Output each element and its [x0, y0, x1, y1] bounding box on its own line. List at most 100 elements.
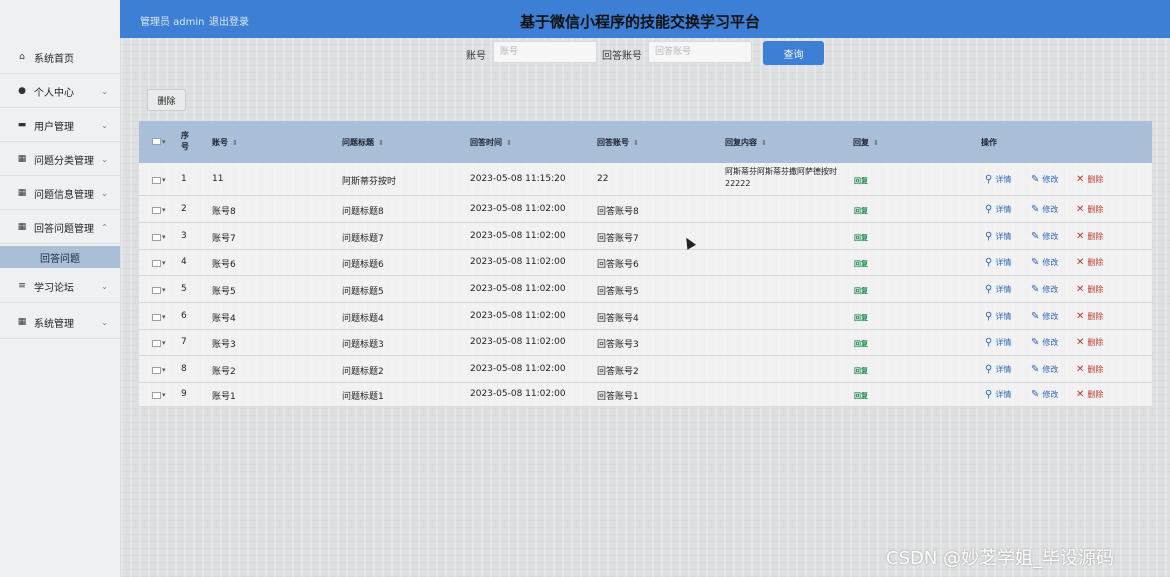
- edit-button[interactable]: ✎ 修改: [1031, 174, 1058, 185]
- header-reply[interactable]: 回复 ⇕: [853, 137, 879, 148]
- header-answer-account[interactable]: 回答账号 ⇕: [597, 137, 639, 148]
- row-checkbox-caret: ▾: [162, 233, 166, 241]
- delete-button[interactable]: ✕ 删除: [1076, 174, 1103, 185]
- row-checkbox[interactable]: [152, 234, 161, 241]
- search-icon: ⚲: [985, 311, 993, 322]
- sidebar-item-label: 系统首页: [34, 53, 74, 65]
- status-badge: 回复: [854, 177, 868, 185]
- close-icon: ✕: [1076, 337, 1085, 348]
- detail-button[interactable]: ⚲ 详情: [985, 337, 1011, 348]
- query-button[interactable]: 查询: [763, 41, 824, 65]
- sidebar-item-home[interactable]: ⌂ 系统首页: [0, 41, 120, 74]
- detail-button[interactable]: ⚲ 详情: [985, 257, 1011, 268]
- cell-answer-account: 回答账号1: [597, 392, 639, 402]
- chevron-up-icon: ⌃: [101, 222, 108, 232]
- row-checkbox-caret: ▾: [162, 339, 166, 347]
- cell-index: 9: [181, 389, 187, 399]
- grid-icon: ▦: [17, 317, 27, 327]
- pencil-icon: ✎: [1031, 284, 1040, 295]
- delete-button[interactable]: ✕ 删除: [1076, 231, 1103, 242]
- table-row: ▾ 8 账号2 问题标题2 2023-05-08 11:02:00 回答账号2 回复 ⚲ 详情 ✎…: [139, 356, 1152, 383]
- edit-button[interactable]: ✎ 修改: [1031, 337, 1058, 348]
- cell-index: 8: [181, 364, 187, 374]
- edit-button[interactable]: ✎ 修改: [1031, 364, 1058, 375]
- row-checkbox[interactable]: [152, 367, 161, 374]
- detail-button[interactable]: ⚲ 详情: [985, 174, 1011, 185]
- edit-button[interactable]: ✎ 修改: [1031, 204, 1058, 215]
- batch-delete-button[interactable]: 删除: [147, 89, 186, 111]
- edit-button[interactable]: ✎ 修改: [1031, 389, 1058, 400]
- sidebar-item-question-category[interactable]: ▦ 问题分类管理 ⌄: [0, 143, 120, 176]
- header-index: 序号: [181, 131, 189, 151]
- detail-button[interactable]: ⚲ 详情: [985, 204, 1011, 215]
- delete-button[interactable]: ✕ 删除: [1076, 364, 1103, 375]
- close-icon: ✕: [1076, 257, 1085, 268]
- cell-answer-time: 2023-05-08 11:02:00: [470, 389, 566, 399]
- cell-index: 4: [181, 257, 187, 267]
- detail-button[interactable]: ⚲ 详情: [985, 231, 1011, 242]
- header-account[interactable]: 账号 ⇕: [212, 137, 238, 148]
- sidebar-item-system-management[interactable]: ▦ 系统管理 ⌄: [0, 306, 120, 339]
- close-icon: ✕: [1076, 174, 1085, 185]
- cell-answer-account: 回答账号6: [597, 260, 639, 270]
- pencil-icon: ✎: [1031, 231, 1040, 242]
- table-row: ▾ 4 账号6 问题标题6 2023-05-08 11:02:00 回答账号6 回复 ⚲ 详情 ✎…: [139, 250, 1152, 276]
- select-all-checkbox[interactable]: [152, 138, 161, 145]
- close-icon: ✕: [1076, 311, 1085, 322]
- row-checkbox[interactable]: [152, 260, 161, 267]
- delete-button[interactable]: ✕ 删除: [1076, 311, 1103, 322]
- logout-link[interactable]: 退出登录: [209, 13, 249, 28]
- header-question-title[interactable]: 问题标题 ⇕: [342, 137, 384, 148]
- row-checkbox[interactable]: [152, 207, 161, 214]
- account-search-input[interactable]: [493, 41, 597, 63]
- sort-icon: ⇕: [506, 139, 512, 147]
- row-checkbox-caret: ▾: [162, 286, 166, 294]
- sidebar-item-personal-center[interactable]: ● 个人中心 ⌄: [0, 75, 120, 108]
- delete-button[interactable]: ✕ 删除: [1076, 389, 1103, 400]
- status-badge: 回复: [854, 260, 868, 268]
- pencil-icon: ✎: [1031, 311, 1040, 322]
- close-icon: ✕: [1076, 284, 1085, 295]
- close-icon: ✕: [1076, 204, 1085, 215]
- row-checkbox-caret: ▾: [162, 313, 166, 321]
- detail-button[interactable]: ⚲ 详情: [985, 364, 1011, 375]
- row-checkbox[interactable]: [152, 177, 161, 184]
- edit-button[interactable]: ✎ 修改: [1031, 311, 1058, 322]
- row-checkbox[interactable]: [152, 392, 161, 399]
- grid-icon: ▦: [17, 222, 27, 232]
- user-icon: ●: [18, 86, 26, 96]
- cell-account: 账号2: [212, 367, 236, 377]
- sidebar-item-user-management[interactable]: ▬ 用户管理 ⌄: [0, 109, 120, 142]
- sidebar-item-answer-management[interactable]: ▦ 回答问题管理 ⌃: [0, 211, 120, 244]
- row-checkbox-caret: ▾: [162, 391, 166, 399]
- row-checkbox[interactable]: [152, 340, 161, 347]
- sidebar-item-learning-forum[interactable]: ≡ 学习论坛 ⌄: [0, 270, 120, 303]
- detail-button[interactable]: ⚲ 详情: [985, 389, 1011, 400]
- cell-answer-time: 2023-05-08 11:02:00: [470, 311, 566, 321]
- search-icon: ⚲: [985, 231, 993, 242]
- detail-button[interactable]: ⚲ 详情: [985, 311, 1011, 322]
- close-icon: ✕: [1076, 364, 1085, 375]
- table-row: ▾ 1 11 阿斯蒂芬按时 2023-05-08 11:15:20 22 阿斯蒂芬阿斯蒂芬撒…: [139, 163, 1152, 196]
- row-checkbox[interactable]: [152, 314, 161, 321]
- cell-index: 6: [181, 311, 187, 321]
- header-reply-content[interactable]: 回复内容 ⇕: [725, 137, 767, 148]
- edit-button[interactable]: ✎ 修改: [1031, 231, 1058, 242]
- sidebar-subitem-answer-question[interactable]: 回答问题: [0, 246, 120, 268]
- detail-button[interactable]: ⚲ 详情: [985, 284, 1011, 295]
- answer-account-search-input[interactable]: [648, 41, 752, 63]
- delete-button[interactable]: ✕ 删除: [1076, 204, 1103, 215]
- delete-button[interactable]: ✕ 删除: [1076, 337, 1103, 348]
- row-checkbox[interactable]: [152, 287, 161, 294]
- row-checkbox-caret: ▾: [162, 176, 166, 184]
- delete-button[interactable]: ✕ 删除: [1076, 257, 1103, 268]
- edit-button[interactable]: ✎ 修改: [1031, 257, 1058, 268]
- sidebar-item-label: 学习论坛: [34, 282, 74, 294]
- edit-button[interactable]: ✎ 修改: [1031, 284, 1058, 295]
- table-row: ▾ 2 账号8 问题标题8 2023-05-08 11:02:00 回答账号8 回复 ⚲ 详情 ✎…: [139, 196, 1152, 223]
- sidebar-item-label: 系统管理: [34, 318, 74, 330]
- sidebar-item-question-info[interactable]: ▦ 问题信息管理 ⌄: [0, 177, 120, 210]
- cell-answer-time: 2023-05-08 11:15:20: [470, 174, 566, 184]
- delete-button[interactable]: ✕ 删除: [1076, 284, 1103, 295]
- header-answer-time[interactable]: 回答时间 ⇕: [470, 137, 512, 148]
